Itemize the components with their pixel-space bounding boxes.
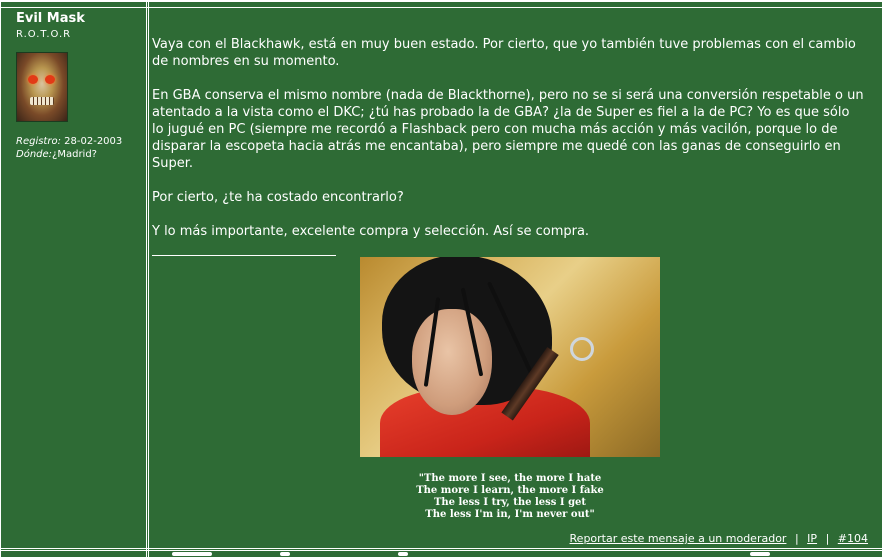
- location-row: Dónde:¿Madrid?: [16, 148, 144, 161]
- location-label: Dónde:: [16, 149, 53, 160]
- next-post-glimpse: [150, 552, 882, 557]
- registered-row: Registro: 28-02-2003: [16, 135, 144, 148]
- action-separator: |: [794, 532, 799, 545]
- avatar-teeth: [30, 97, 54, 105]
- next-post-fragment: [750, 552, 770, 556]
- location-value: ¿Madrid?: [52, 149, 97, 160]
- author-panel: Evil Mask R.O.T.O.R Registro: 28-02-2003…: [16, 11, 144, 161]
- registered-date: 28-02-2003: [60, 136, 123, 147]
- skull-avatar-icon: [16, 52, 68, 122]
- next-post-fragment: [172, 552, 212, 556]
- author-rank: R.O.T.O.R: [16, 29, 72, 40]
- registered-label: Registro:: [16, 136, 61, 147]
- signature-quote: "The more I see, the more I hate The mor…: [360, 473, 660, 521]
- post-body: Vaya con el Blackhawk, está en muy buen …: [152, 36, 864, 257]
- post-paragraph: En GBA conserva el mismo nombre (nada de…: [152, 88, 864, 171]
- quote-line: The less I try, the less I get: [433, 497, 587, 508]
- photo-sword-ring: [570, 337, 594, 361]
- post-bottom-border: [0, 548, 882, 551]
- post-paragraph: Y lo más importante, excelente compra y …: [152, 224, 590, 239]
- signature-divider: [152, 255, 336, 256]
- post-actions: Reportar este mensaje a un moderador | I…: [570, 532, 868, 546]
- report-moderator-link[interactable]: Reportar este mensaje a un moderador: [570, 532, 787, 545]
- permalink-link[interactable]: #104: [838, 532, 868, 545]
- post-paragraph: Vaya con el Blackhawk, está en muy buen …: [152, 37, 856, 69]
- column-divider: [146, 0, 149, 557]
- signature-image: [360, 257, 660, 457]
- ip-link[interactable]: IP: [807, 532, 817, 545]
- next-post-fragment: [398, 552, 408, 556]
- author-meta: Registro: 28-02-2003 Dónde:¿Madrid?: [16, 135, 144, 161]
- author-name: Evil Mask: [16, 11, 85, 26]
- avatar-right-eye: [45, 75, 55, 84]
- next-post-fragment: [280, 552, 290, 556]
- quote-line: The more I learn, the more I fake: [416, 485, 604, 496]
- quote-line: The less I'm in, I'm never out": [425, 509, 595, 520]
- action-separator: |: [825, 532, 830, 545]
- quote-line: "The more I see, the more I hate: [418, 473, 602, 484]
- avatar-left-eye: [28, 75, 38, 84]
- post-paragraph: Por cierto, ¿te ha costado encontrarlo?: [152, 190, 404, 205]
- left-border: [0, 0, 1, 557]
